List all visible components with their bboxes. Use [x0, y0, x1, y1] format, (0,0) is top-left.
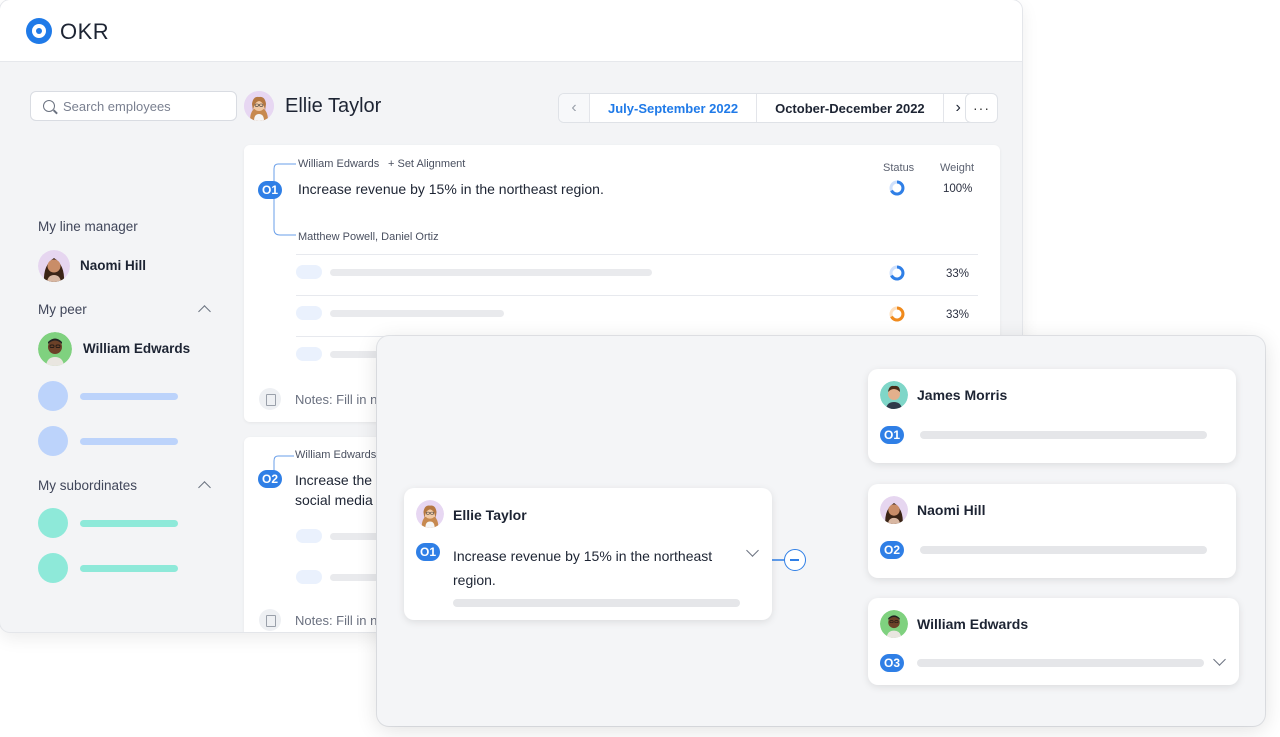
owner-objective-title: Increase revenue by 15% in the northeast…	[453, 548, 713, 588]
objective-title[interactable]: Increase revenue by 15% in the northeast…	[298, 181, 604, 197]
peer-name[interactable]: William Edwards	[83, 341, 190, 356]
app-title: OKR	[60, 19, 110, 44]
peer-placeholder-avatar	[38, 426, 68, 456]
child-owner-name: Naomi Hill	[917, 502, 986, 518]
key-result-placeholder	[330, 533, 380, 540]
parent-objective-owner[interactable]: William Edwards	[298, 158, 379, 170]
subordinate-placeholder-name	[80, 565, 178, 572]
notes-field[interactable]: Notes: Fill in n	[295, 613, 377, 628]
chevron-up-icon[interactable]	[198, 305, 211, 318]
key-result-pill	[296, 306, 322, 320]
owner-objective-card[interactable]: Ellie Taylor O1 Increase revenue by 15% …	[404, 488, 772, 620]
key-result-pill	[296, 570, 322, 584]
objective-badge: O3	[880, 654, 905, 672]
child-avatar	[880, 610, 908, 638]
chevron-left-icon[interactable]: ‹	[559, 94, 589, 122]
aligned-owners[interactable]: Matthew Powell, Daniel Ortiz	[298, 231, 439, 243]
line-manager-avatar[interactable]	[38, 250, 70, 282]
child-avatar	[880, 496, 908, 524]
line-manager-label: My line manager	[38, 219, 138, 234]
key-result-placeholder	[330, 269, 652, 276]
objective-title-continued[interactable]: social media	[295, 492, 373, 508]
progress-placeholder	[917, 659, 1204, 667]
okr-logo-icon	[26, 18, 52, 44]
parent-objective-owner[interactable]: William Edwards	[295, 449, 376, 461]
progress-placeholder	[920, 546, 1207, 554]
search-icon	[43, 100, 55, 112]
search-box[interactable]	[30, 91, 237, 121]
status-progress-icon	[889, 180, 905, 196]
progress-placeholder	[453, 599, 740, 607]
more-icon[interactable]: ···	[965, 93, 998, 123]
key-result-pill	[296, 265, 322, 279]
objective-badge: O2	[258, 470, 283, 488]
objective-badge: O1	[880, 426, 905, 444]
child-objective-card[interactable]: James Morris O1	[868, 369, 1236, 463]
child-avatar	[880, 381, 908, 409]
child-objective-card[interactable]: Naomi Hill O2	[868, 484, 1236, 578]
objective-title[interactable]: Increase the	[295, 472, 372, 488]
child-owner-name: James Morris	[917, 387, 1008, 403]
chevron-down-icon[interactable]	[746, 544, 759, 557]
peer-avatar[interactable]	[38, 332, 72, 366]
divider	[296, 295, 978, 296]
key-result-placeholder	[330, 310, 504, 317]
key-result-pill	[296, 529, 322, 543]
key-result-weight: 33%	[946, 268, 970, 280]
key-result-pill	[296, 347, 322, 361]
key-result-placeholder	[330, 574, 380, 581]
key-result-weight: 33%	[946, 309, 970, 321]
subordinate-placeholder-avatar	[38, 508, 68, 538]
notes-field[interactable]: Notes: Fill in n	[295, 392, 377, 407]
divider	[296, 254, 978, 255]
alignment-connector	[273, 163, 296, 236]
status-progress-icon	[889, 306, 905, 322]
period-tab-current[interactable]: October-December 2022	[757, 94, 943, 122]
collapse-icon[interactable]	[784, 549, 806, 571]
objective-badge: O1	[258, 181, 283, 199]
notes-icon	[259, 388, 281, 410]
chevron-up-icon[interactable]	[198, 481, 211, 494]
peer-placeholder-name	[80, 393, 178, 400]
profile-avatar	[244, 91, 274, 121]
line-manager-name[interactable]: Naomi Hill	[80, 258, 146, 273]
period-selector: ‹ July-September 2022 October-December 2…	[558, 93, 974, 123]
chevron-down-icon[interactable]	[1213, 653, 1226, 666]
peer-placeholder-name	[80, 438, 178, 445]
profile-name: Ellie Taylor	[285, 95, 382, 117]
objective-weight: 100%	[943, 183, 973, 195]
child-objective-card[interactable]: William Edwards O3	[868, 598, 1239, 685]
peer-label: My peer	[38, 302, 87, 317]
set-alignment-link[interactable]: + Set Alignment	[388, 158, 465, 170]
subordinate-placeholder-avatar	[38, 553, 68, 583]
weight-header: Weight	[940, 162, 975, 174]
status-progress-icon	[889, 265, 905, 281]
status-header: Status	[883, 162, 915, 174]
notes-icon	[259, 609, 281, 631]
progress-placeholder	[920, 431, 1207, 439]
owner-avatar	[416, 500, 444, 528]
subordinates-label: My subordinates	[38, 478, 138, 493]
search-input[interactable]	[63, 92, 233, 120]
objective-badge: O2	[880, 541, 905, 559]
top-bar: OKR	[0, 0, 1022, 62]
child-owner-name: William Edwards	[917, 616, 1029, 632]
period-tab-previous[interactable]: July-September 2022	[589, 94, 758, 122]
alignment-tree-panel: Ellie Taylor O1 Increase revenue by 15% …	[377, 336, 1265, 726]
subordinate-placeholder-name	[80, 520, 178, 527]
peer-placeholder-avatar	[38, 381, 68, 411]
objective-badge: O1	[416, 543, 441, 561]
owner-name: Ellie Taylor	[453, 507, 527, 523]
